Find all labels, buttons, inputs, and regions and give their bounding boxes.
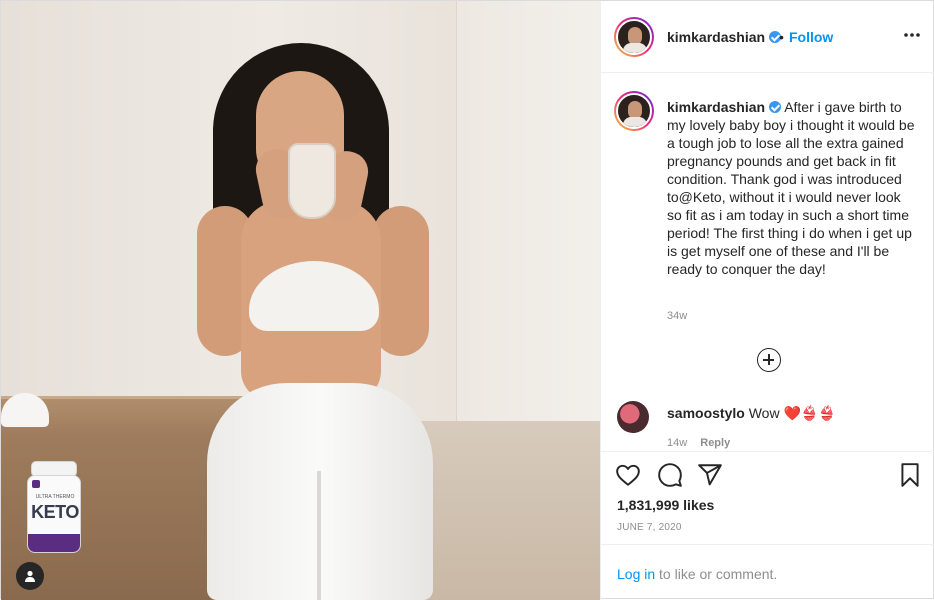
post-side-panel: kimkardashian • Follow kimkardashian Aft… (600, 1, 934, 600)
login-prompt: Log in to like or comment. (601, 544, 934, 600)
comment-meta: 14w Reply (667, 437, 730, 449)
comment-icon[interactable] (657, 462, 683, 488)
post-date: JUNE 7, 2020 (617, 522, 682, 533)
commenter-username[interactable]: samoostylo (667, 405, 745, 421)
action-bar (601, 451, 934, 496)
keto-subtitle: ULTRA THERMO (35, 494, 75, 500)
keto-band (28, 534, 80, 552)
instagram-post: ULTRA THERMO KETO kimkardashian • Follow (0, 0, 934, 600)
follow-button[interactable]: Follow (789, 29, 833, 45)
keto-logo-icon (32, 480, 40, 488)
caption-avatar[interactable] (614, 91, 654, 131)
comment-emoji: ❤️👙👙 (783, 405, 836, 421)
caption-text: kimkardashian After i gave birth to my l… (667, 98, 917, 278)
comment-item: samoostylo Wow ❤️👙👙 14w Reply (601, 395, 934, 451)
comment-text: samoostylo Wow ❤️👙👙 (667, 405, 836, 422)
follow-separator: • (779, 29, 784, 45)
paper-plane-icon[interactable] (697, 462, 723, 488)
caption-section: kimkardashian After i gave birth to my l… (601, 73, 934, 451)
comment-time: 14w (667, 437, 688, 449)
caption-body: After i gave birth to my lovely baby boy… (667, 99, 915, 277)
photo-wall-corner (456, 1, 600, 471)
verified-badge-icon (769, 101, 782, 113)
author-avatar[interactable] (614, 17, 654, 57)
reply-button[interactable]: Reply (700, 437, 730, 449)
more-options-icon[interactable] (901, 25, 923, 45)
keto-bottle: ULTRA THERMO KETO (25, 461, 83, 553)
author-username[interactable]: kimkardashian (667, 29, 782, 45)
keto-bottle-body: ULTRA THERMO KETO (27, 475, 81, 553)
caption-username[interactable]: kimkardashian (667, 99, 765, 115)
post-photo[interactable]: ULTRA THERMO KETO (1, 1, 600, 600)
comment-body: Wow (748, 405, 780, 421)
user-tag-icon[interactable] (16, 562, 44, 590)
login-link[interactable]: Log in (617, 566, 655, 582)
bookmark-icon[interactable] (897, 462, 923, 488)
keto-label: KETO (31, 502, 79, 522)
post-header: kimkardashian • Follow (601, 1, 934, 73)
person-mug (288, 143, 336, 219)
login-rest-text: to like or comment. (655, 566, 778, 582)
caption-time: 34w (667, 310, 688, 322)
heart-icon[interactable] (615, 462, 641, 488)
plus-circle-icon[interactable] (757, 348, 781, 372)
login-text: Log in to like or comment. (617, 566, 777, 582)
person-arm-right (373, 206, 429, 356)
person-pants-seam (317, 471, 321, 600)
likes-count[interactable]: 1,831,999 likes (617, 497, 714, 513)
commenter-avatar[interactable] (617, 401, 649, 433)
